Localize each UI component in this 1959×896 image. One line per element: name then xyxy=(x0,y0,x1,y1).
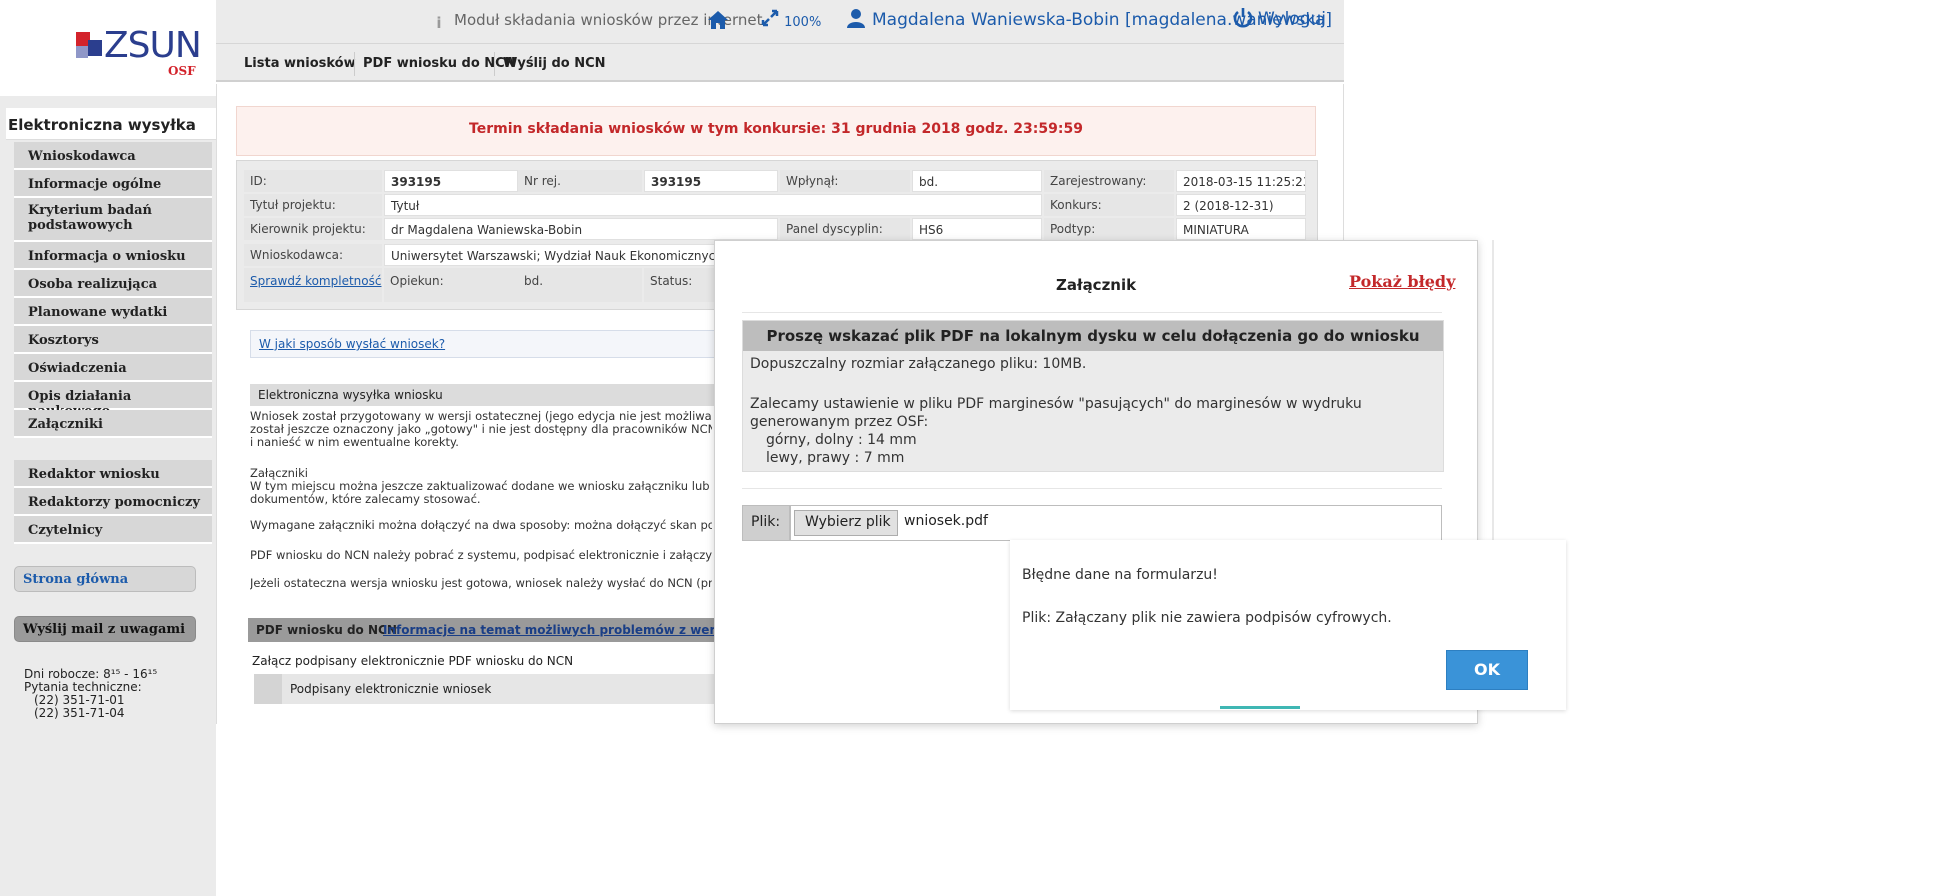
sidebar-item-opis-dzialania[interactable]: Opis działania naukowego xyxy=(14,382,212,419)
sidebar-item-oswiadczenia[interactable]: Oświadczenia xyxy=(14,354,212,382)
zoom-control[interactable]: 100% xyxy=(760,8,821,30)
sidebar-item-wnioskodawca[interactable]: Wnioskodawca xyxy=(14,142,212,170)
sidebar-title: Elektroniczna wysyłka xyxy=(6,108,218,140)
nrrej-value: 393195 xyxy=(644,170,778,192)
supervisor-label: Opiekun: xyxy=(384,268,518,302)
phone-2: (22) 351-71-04 xyxy=(34,706,125,720)
margins-text-2: generowanym przez OSF: xyxy=(750,414,929,430)
panel-label: Panel dyscyplin: xyxy=(780,218,910,240)
max-size-text: Dopuszczalny rozmiar załączanego pliku: … xyxy=(750,356,1087,372)
ok-button[interactable]: OK xyxy=(1446,650,1528,690)
manager-value: dr Magdalena Waniewska-Bobin xyxy=(384,218,778,240)
check-completeness-link[interactable]: Sprawdź kompletność xyxy=(250,274,381,288)
logo-text: ZSUN xyxy=(104,25,202,66)
tab-application-list[interactable]: Lista wniosków xyxy=(236,52,364,76)
paragraph-4: PDF wniosku do NCN należy pobrać z syste… xyxy=(250,549,712,562)
subtype-label: Podtyp: xyxy=(1044,218,1174,240)
contact-info: Dni robocze: 8¹⁵ - 16¹⁵ Pytania technicz… xyxy=(24,668,157,720)
check-completeness-cell: Sprawdź kompletność xyxy=(244,268,382,302)
applicant-label: Wnioskodawca: xyxy=(244,244,382,266)
deadline-banner: Termin składania wniosków w tym konkursi… xyxy=(236,106,1316,156)
user-icon xyxy=(847,9,865,28)
sidebar-item-planowane-wydatki[interactable]: Planowane wydatki xyxy=(14,298,212,326)
howto-link[interactable]: W jaki sposób wysłać wniosek? xyxy=(259,337,445,351)
error-title: Błędne dane na formularzu! xyxy=(1022,567,1218,583)
received-label: Wpłynął: xyxy=(780,170,910,192)
divider xyxy=(742,488,1442,489)
margins-text-1: Zalecamy ustawienie w pliku PDF margines… xyxy=(750,396,1362,412)
tab-send-to-ncn[interactable]: Wyślij do NCN xyxy=(494,52,614,76)
howto-box: W jaki sposób wysłać wniosek? xyxy=(250,330,718,358)
id-label: ID: xyxy=(244,170,382,192)
attachment-dialog-title: Załącznik xyxy=(1056,276,1137,294)
title-value: Tytuł xyxy=(384,194,1042,216)
home-icon[interactable] xyxy=(706,8,730,32)
paragraph-5: Jeżeli ostateczna wersja wniosku jest go… xyxy=(250,577,712,590)
choose-file-button[interactable]: Wybierz plik xyxy=(794,510,898,536)
home-page-button[interactable]: Strona główna xyxy=(14,566,196,592)
selected-file-name: wniosek.pdf xyxy=(904,513,988,529)
id-value: 393195 xyxy=(384,170,518,192)
sidebar-item-informacje-ogolne[interactable]: Informacje ogólne xyxy=(14,170,212,198)
sidebar-item-redaktorzy-pomocniczy[interactable]: Redaktorzy pomocniczy xyxy=(14,488,212,516)
signed-application-label: Podpisany elektronicznie wniosek xyxy=(290,682,492,696)
sidebar-item-kosztorys[interactable]: Kosztorys xyxy=(14,326,212,354)
status-label: Status: xyxy=(644,268,714,302)
registered-label: Zarejestrowany: xyxy=(1044,170,1174,192)
sidebar-item-osoba-realizujaca[interactable]: Osoba realizująca xyxy=(14,270,212,298)
sidebar-item-zalaczniki[interactable]: Załączniki xyxy=(14,410,212,438)
paragraph-1b: został jeszcze oznaczony jako „gotowy" i… xyxy=(250,423,712,436)
sidebar-item-informacja-o-wniosku[interactable]: Informacja o wniosku xyxy=(14,242,212,270)
subtype-value: MINIATURA xyxy=(1176,218,1306,240)
send-feedback-button[interactable]: Wyślij mail z uwagami xyxy=(14,616,196,642)
hidden-button-edge xyxy=(1220,706,1300,709)
section-heading: Elektroniczna wysyłka wniosku xyxy=(250,384,720,406)
supervisor-value: bd. xyxy=(518,268,642,302)
paragraph-2a: Załączniki xyxy=(250,467,308,480)
signed-row-stub xyxy=(254,674,282,704)
panel-value: HS6 xyxy=(912,218,1042,240)
sidebar-item-kryterium[interactable]: Kryterium badań podstawowych xyxy=(14,198,212,242)
registered-value: 2018-03-15 11:25:23 xyxy=(1176,170,1306,192)
divider xyxy=(742,312,1442,313)
paragraph-1a: Wniosek został przygotowany w wersji ost… xyxy=(250,410,712,423)
nrrej-label: Nr rej. xyxy=(518,170,642,192)
logo-subtext: OSF xyxy=(168,64,196,78)
logout-label: Wyloguj xyxy=(1258,9,1326,29)
show-errors-link[interactable]: Pokaż błędy xyxy=(1349,272,1455,291)
received-value: bd. xyxy=(912,170,1042,192)
info-icon: i xyxy=(436,14,442,32)
attach-note: Załącz podpisany elektronicznie PDF wnio… xyxy=(252,654,574,668)
app-logo: ZSUN OSF xyxy=(76,26,202,78)
manager-label: Kierownik projektu: xyxy=(244,218,382,240)
zoom-level: 100% xyxy=(784,15,822,30)
paragraph-3: Wymagane załączniki można dołączyć na dw… xyxy=(250,519,712,532)
paragraph-2b: W tym miejscu można jeszcze zaktualizowa… xyxy=(250,480,712,493)
sidebar-item-redaktor[interactable]: Redaktor wniosku xyxy=(14,460,212,488)
logo-mark-icon xyxy=(76,32,102,58)
error-message: Plik: Załączany plik nie zawiera podpisó… xyxy=(1022,610,1392,626)
sidebar-item-czytelnicy[interactable]: Czytelnicy xyxy=(14,516,212,544)
competition-value: 2 (2018-12-31) xyxy=(1176,194,1306,216)
title-label: Tytuł projektu: xyxy=(244,194,382,216)
margins-text-4: lewy, prawy : 7 mm xyxy=(766,450,905,466)
file-label: Plik: xyxy=(742,505,790,541)
competition-label: Konkurs: xyxy=(1044,194,1174,216)
expand-icon xyxy=(761,9,779,27)
power-icon xyxy=(1233,8,1253,28)
dialog-scrollbar[interactable] xyxy=(1492,240,1494,540)
margins-text-3: górny, dolny : 14 mm xyxy=(766,432,917,448)
logout-button[interactable]: Wyloguj xyxy=(1232,6,1326,29)
file-instructions-heading: Proszę wskazać plik PDF na lokalnym dysk… xyxy=(743,321,1443,351)
paragraph-1c: i nanieść w nim ewentualne korekty. xyxy=(250,436,459,449)
paragraph-2c: dokumentów, które zalecamy stosować. xyxy=(250,493,481,506)
pdf-section-title: PDF wniosku do NCN xyxy=(256,623,397,637)
